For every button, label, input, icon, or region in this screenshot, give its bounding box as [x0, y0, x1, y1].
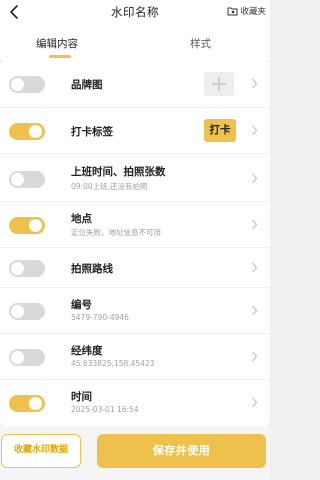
tab-edit-content[interactable]: 编辑内容	[36, 36, 78, 51]
list-item-coordinates[interactable]: 经纬度 45.633825,158.45423	[0, 334, 270, 380]
toggle-switch[interactable]	[9, 171, 45, 188]
item-subtitle: 5479-790-4946	[71, 313, 129, 322]
toggle-knob	[29, 125, 42, 138]
toggle-switch[interactable]	[9, 76, 45, 93]
list-item-photo-route[interactable]: 拍照路线	[0, 248, 270, 288]
tab-style[interactable]: 样式	[190, 36, 211, 51]
toggle-knob	[11, 262, 24, 275]
save-and-use-button[interactable]: 保存并使用	[97, 434, 266, 468]
item-label: 时间	[71, 391, 92, 403]
toggle-knob	[11, 173, 24, 186]
toggle-switch[interactable]	[9, 395, 45, 412]
toggle-knob	[11, 351, 24, 364]
toggle-knob	[11, 78, 24, 91]
favorites-label: 收藏夹	[240, 7, 266, 17]
list-item-time[interactable]: 时间 2025-03-01 16:54	[0, 380, 270, 426]
list-item-number[interactable]: 编号 5479-790-4946	[0, 288, 270, 334]
toggle-switch[interactable]	[9, 349, 45, 366]
chevron-right-icon	[252, 397, 258, 408]
item-label: 编号	[71, 299, 92, 311]
punch-tag-preview: 打卡	[204, 119, 236, 142]
chevron-right-icon	[252, 351, 258, 362]
chevron-right-icon	[252, 125, 258, 136]
tab-bar: 编辑内容 样式	[0, 26, 270, 60]
chevron-right-icon	[252, 219, 258, 230]
favorites-button[interactable]: 收藏夹	[227, 5, 266, 17]
chevron-right-icon	[252, 305, 258, 316]
item-label: 地点	[71, 213, 92, 225]
list-item-punch-tag[interactable]: 打卡标签 打卡	[0, 108, 270, 154]
toggle-knob	[29, 397, 42, 410]
toggle-switch[interactable]	[9, 303, 45, 320]
toggle-switch[interactable]	[9, 217, 45, 234]
item-subtitle: 09:00上班,还没有拍照	[71, 182, 148, 191]
add-image-button[interactable]	[204, 72, 234, 96]
item-label: 品牌图	[71, 79, 103, 91]
toggle-knob	[11, 305, 24, 318]
item-label: 上班时间、拍照张数	[71, 166, 166, 178]
list-item-work-time[interactable]: 上班时间、拍照张数 09:00上班,还没有拍照	[0, 154, 270, 202]
item-subtitle: 定位失败，地址信息不可用	[71, 228, 161, 237]
chevron-right-icon	[252, 78, 258, 89]
folder-star-icon	[227, 7, 238, 16]
settings-list: 品牌图 打卡标签 打卡 上班时间、拍照张数 09:00上班,还没有拍照 地点 定…	[0, 60, 270, 426]
toggle-switch[interactable]	[9, 123, 45, 140]
list-item-brand-image[interactable]: 品牌图	[0, 60, 270, 108]
chevron-right-icon	[252, 173, 258, 184]
bottom-action-bar: 收藏水印数据 保存并使用	[0, 426, 270, 480]
top-bar: 水印名称 收藏夹	[0, 0, 270, 26]
item-subtitle: 2025-03-01 16:54	[71, 405, 139, 414]
active-tab-indicator	[49, 55, 71, 58]
toggle-switch[interactable]	[9, 260, 45, 277]
toggle-knob	[29, 219, 42, 232]
item-label: 拍照路线	[71, 263, 113, 275]
item-label: 打卡标签	[71, 126, 113, 138]
list-item-location[interactable]: 地点 定位失败，地址信息不可用	[0, 202, 270, 248]
save-watermark-data-button[interactable]: 收藏水印数据	[1, 434, 81, 468]
item-label: 经纬度	[71, 345, 103, 357]
chevron-right-icon	[252, 262, 258, 273]
item-subtitle: 45.633825,158.45423	[71, 359, 155, 368]
